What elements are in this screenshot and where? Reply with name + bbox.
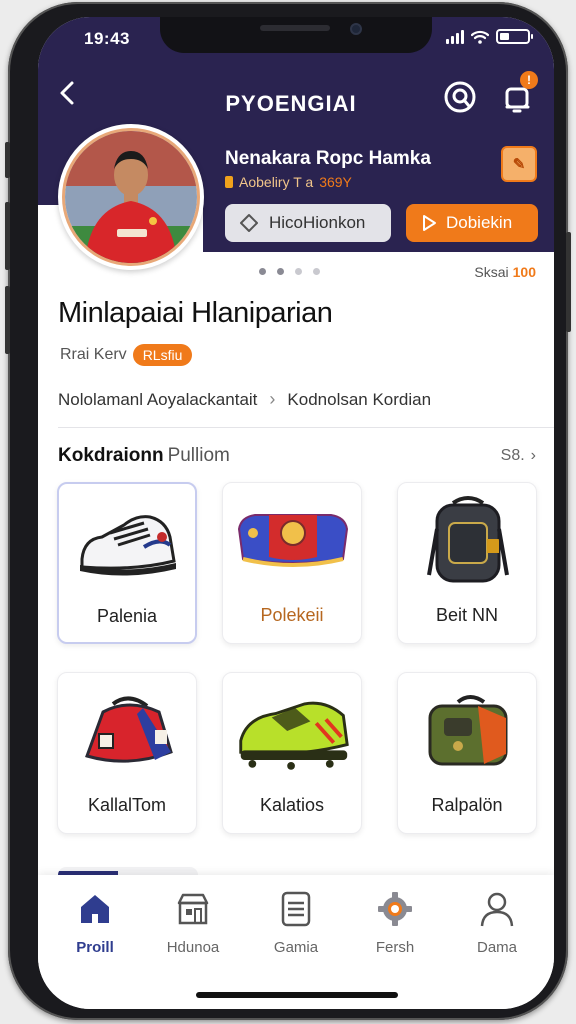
- role-row: Rrai Kerv RLsfiu: [60, 344, 193, 366]
- item-label: Palenia: [96, 606, 158, 626]
- see-all-link[interactable]: S8. ›: [501, 447, 536, 465]
- wifi-icon: [471, 30, 489, 44]
- tab-account[interactable]: Dama: [452, 889, 542, 956]
- tab-label: Dama: [476, 939, 517, 956]
- notification-badge: !: [520, 71, 538, 89]
- mute-switch: [5, 142, 10, 178]
- notification-button[interactable]: !: [498, 71, 538, 117]
- secondary-action-label: HicoHionkon: [269, 213, 366, 232]
- power-button: [566, 232, 571, 332]
- item-card[interactable]: Beit NN: [397, 482, 537, 644]
- jersey-icon: [237, 514, 349, 567]
- chevron-right-icon: ›: [269, 389, 276, 409]
- edit-profile-button[interactable]: ✎: [501, 146, 537, 182]
- cleats-icon: [239, 701, 349, 770]
- volume-up-button: [5, 202, 10, 270]
- item-card[interactable]: Polekeii: [222, 482, 362, 644]
- store-icon: [177, 893, 209, 925]
- item-card[interactable]: KallalTom: [57, 672, 197, 834]
- section-heading: Minlapaiai Hlaniparian: [58, 297, 333, 329]
- item-label: KallalTom: [87, 795, 167, 815]
- tab-label: Hdunoa: [166, 939, 220, 956]
- avatar[interactable]: [58, 124, 204, 270]
- collection-title: Kokdraionn Pulliom: [58, 445, 230, 467]
- primary-action-button[interactable]: Dobiekin: [406, 204, 538, 242]
- front-camera: [350, 23, 362, 35]
- gear-icon: [378, 892, 412, 926]
- level-icon: [225, 176, 233, 188]
- secondary-action-button[interactable]: HicoHionkon: [225, 204, 391, 242]
- item-label: Polekeii: [260, 605, 324, 625]
- backpack-icon: [427, 496, 509, 583]
- pager-counter: Sksai 100: [474, 264, 536, 280]
- see-all-label: S8.: [500, 447, 525, 464]
- user-icon: [480, 892, 514, 927]
- tab-profile[interactable]: Proill: [50, 889, 140, 956]
- tab-label: Gamia: [273, 939, 319, 956]
- home-indicator[interactable]: [196, 992, 398, 998]
- counter-label: Sksai: [474, 264, 509, 280]
- app-screen: 19:43 PYOENGIAI ! Nenakara Ropc Hamka Ao…: [38, 17, 554, 1009]
- counter-value: 100: [512, 264, 536, 280]
- breadcrumb-item[interactable]: Kodnolsan Kordian: [287, 390, 431, 410]
- meta-label: Aobeliry T a: [239, 174, 314, 190]
- item-label: Beit NN: [435, 605, 498, 625]
- tab-games[interactable]: Gamia: [251, 889, 341, 956]
- tab-label: Proill: [76, 939, 114, 956]
- player-photo: [65, 131, 197, 263]
- gear-bag-icon: [428, 695, 508, 766]
- collection-title-bold: Kokdraionn: [58, 445, 164, 466]
- volume-down-button: [5, 286, 10, 354]
- tab-settings[interactable]: Fersh: [350, 889, 440, 956]
- edit-icon: ✎: [512, 156, 526, 173]
- collection-title-rest: Pulliom: [167, 445, 230, 466]
- tab-store[interactable]: Hdunoa: [148, 889, 238, 956]
- item-card[interactable]: Ralpalön: [397, 672, 537, 834]
- role-label: Rrai Kerv: [60, 346, 127, 363]
- bottom-tab-bar: Proill Hdunoa Gamia Fersh Dama: [38, 875, 554, 1009]
- pager-dots[interactable]: [259, 268, 320, 275]
- battery-icon: [496, 29, 533, 44]
- home-icon: [81, 895, 109, 923]
- sports-bag-icon: [85, 696, 173, 763]
- phone-frame: 19:43 PYOENGIAI ! Nenakara Ropc Hamka Ao…: [5, 2, 571, 1020]
- item-label: Ralpalön: [431, 795, 503, 815]
- profile-meta: Aobeliry T a 369Y: [225, 174, 352, 190]
- item-card[interactable]: Kalatios: [222, 672, 362, 834]
- document-icon: [281, 891, 311, 927]
- play-icon: [423, 215, 436, 231]
- divider: [58, 427, 554, 428]
- role-badge[interactable]: RLsfiu: [132, 344, 193, 366]
- breadcrumb: Nololamanl Aoyalackantait › Kodnolsan Ko…: [58, 389, 431, 410]
- tab-label: Fersh: [375, 939, 415, 956]
- signal-icon: [446, 29, 464, 44]
- status-time: 19:43: [84, 29, 130, 48]
- item-card[interactable]: Palenia: [57, 482, 197, 644]
- meta-value: 369Y: [319, 174, 352, 190]
- breadcrumb-item[interactable]: Nololamanl Aoyalackantait: [58, 390, 257, 410]
- profile-name: Nenakara Ropc Hamka: [225, 148, 431, 169]
- tag-icon: [240, 214, 258, 232]
- chevron-right-icon: ›: [530, 447, 536, 464]
- search-icon[interactable]: [440, 77, 480, 117]
- item-label: Kalatios: [259, 795, 325, 815]
- notch: [160, 17, 432, 53]
- speaker: [260, 25, 330, 31]
- status-icons: [446, 29, 533, 44]
- sneaker-icon: [80, 515, 176, 576]
- primary-action-label: Dobiekin: [446, 213, 513, 232]
